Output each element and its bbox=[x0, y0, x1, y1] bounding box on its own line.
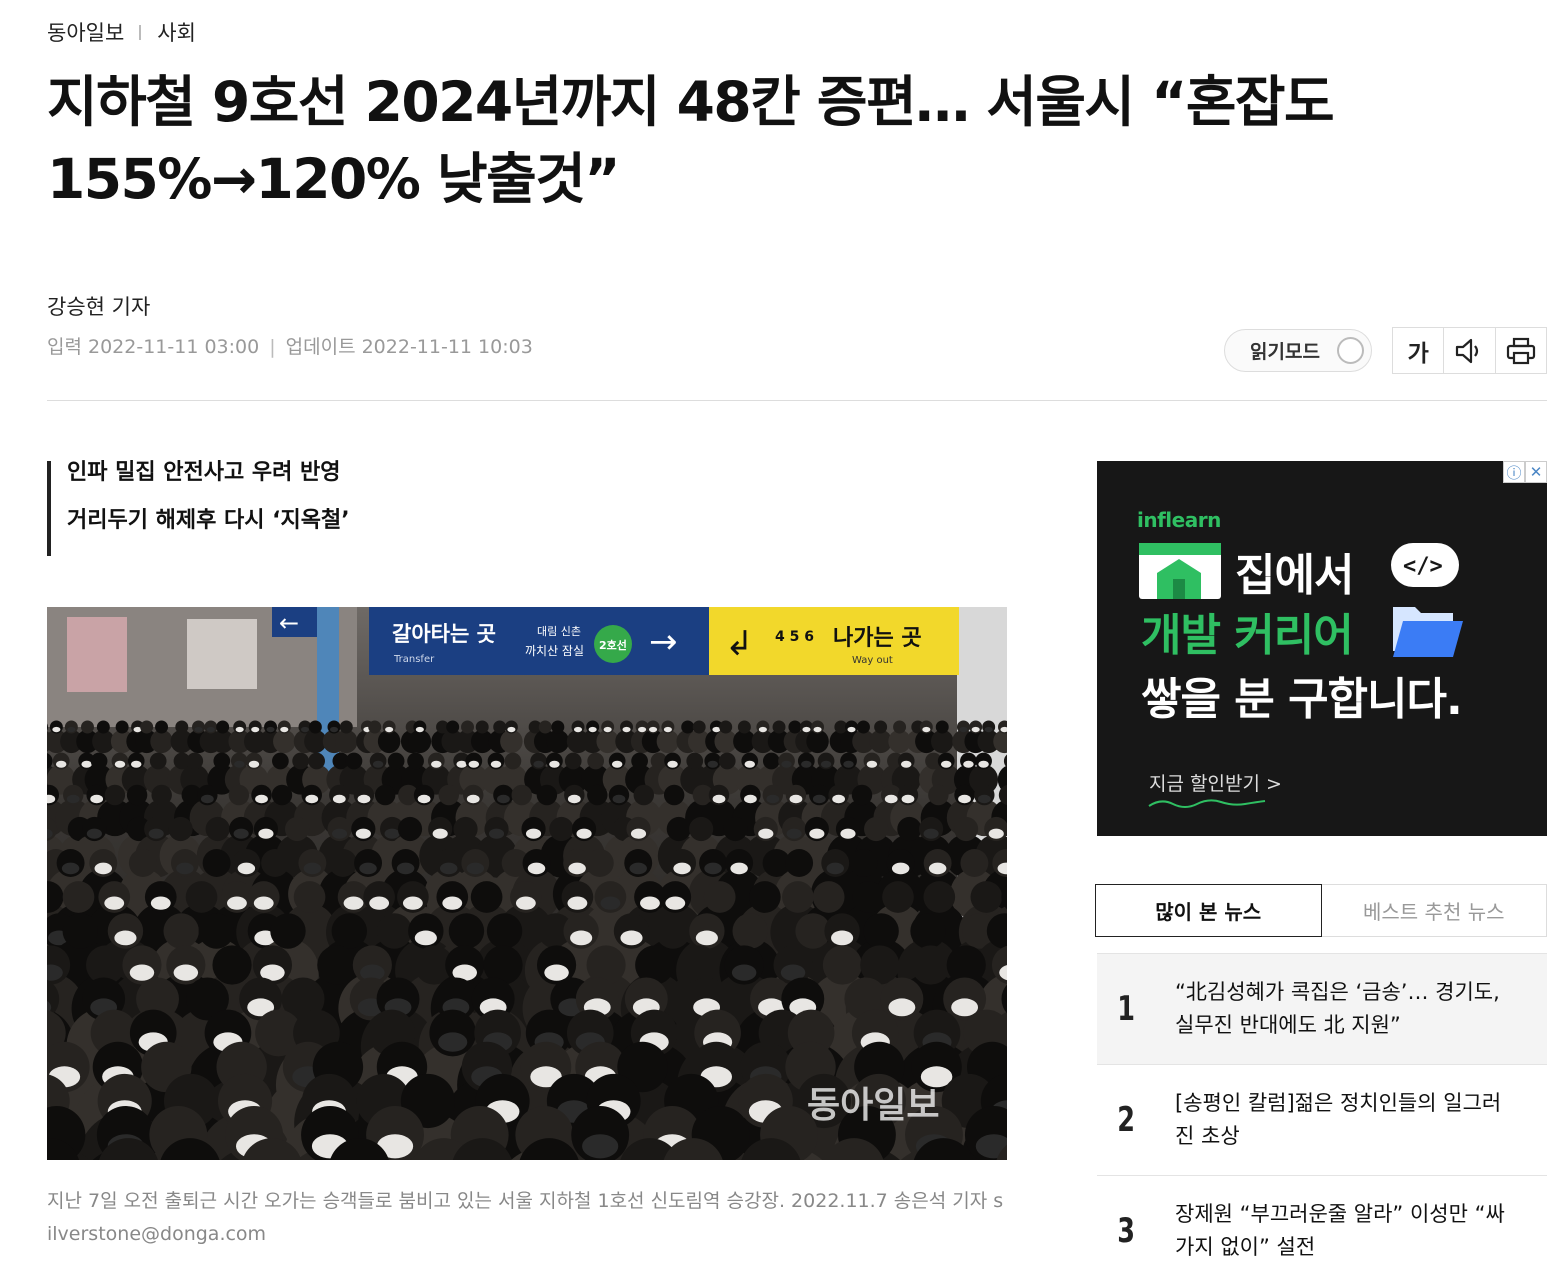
folder-icon bbox=[1393, 607, 1463, 657]
photo-caption: 지난 7일 오전 출퇴근 시간 오가는 승객들로 붐비고 있는 서울 지하철 1… bbox=[47, 1190, 1004, 1245]
date-separator: | bbox=[269, 336, 276, 358]
svg-text:</>: </> bbox=[1403, 554, 1443, 579]
font-size-button[interactable]: 가 bbox=[1393, 328, 1443, 373]
news-title[interactable]: 장제원 “부끄러운줄 알라” 이성만 “싸가지 없이” 설전 bbox=[1175, 1198, 1515, 1264]
published-date: 입력 2022-11-11 03:00 bbox=[47, 336, 260, 358]
ad-headline-line1: 집에서 bbox=[1235, 550, 1354, 601]
subheadline-2: 거리두기 해제후 다시 ‘지옥철’ bbox=[67, 508, 350, 533]
ad-brand-logo: inflearn bbox=[1137, 508, 1221, 532]
speaker-icon bbox=[1456, 338, 1479, 363]
tab-most-viewed[interactable]: 많이 본 뉴스 bbox=[1095, 884, 1322, 937]
ad-info-icon[interactable]: ⓘ bbox=[1503, 461, 1525, 483]
breadcrumb-section-link[interactable]: 사회 bbox=[157, 17, 196, 47]
read-mode-toggle[interactable]: 읽기모드 bbox=[1224, 329, 1372, 372]
photo-sign-exit: 나가는 곳 bbox=[833, 626, 922, 651]
ad-headline-line3: 쌓을 분 구합니다. bbox=[1141, 674, 1463, 725]
photo-watermark: 동아일보 bbox=[807, 1085, 939, 1126]
news-rank: 3 bbox=[1117, 1211, 1136, 1251]
svg-text:←: ← bbox=[279, 609, 299, 637]
header-divider bbox=[47, 400, 1547, 401]
article-photo[interactable]: ← 갈아타는 곳 Transfer 대림 신촌 까치산 잠실 2호선 → ↲ 4… bbox=[47, 607, 1007, 1160]
svg-text:Transfer: Transfer bbox=[393, 654, 435, 665]
article-author[interactable]: 강승현 기자 bbox=[47, 291, 150, 321]
scribble-underline-icon bbox=[1148, 799, 1266, 808]
svg-text:까치산 잠실: 까치산 잠실 bbox=[525, 644, 584, 658]
news-rank: 2 bbox=[1117, 1100, 1136, 1140]
ad-cta-link[interactable]: 지금 할인받기 > bbox=[1149, 769, 1282, 796]
ad-controls: ⓘ ✕ bbox=[1503, 461, 1547, 483]
article-headline: 지하철 9호선 2024년까지 48칸 증편… 서울시 “혼잡도 155%→12… bbox=[47, 70, 1335, 211]
article-subheadlines: 인파 밀집 안전사고 우려 반영 거리두기 해제후 다시 ‘지옥철’ bbox=[47, 461, 350, 556]
news-item[interactable]: 2 [송평인 칼럼]젊은 정치인들의 일그러진 초상 bbox=[1097, 1064, 1547, 1175]
ad-headline-line2: 개발 커리어 bbox=[1141, 610, 1354, 661]
code-icon: </> bbox=[1391, 543, 1459, 587]
most-viewed-list: 1 “北김성혜가 콕집은 ‘금송’… 경기도, 실무진 반대에도 北 지원” 2… bbox=[1097, 953, 1547, 1286]
print-icon bbox=[1506, 337, 1535, 364]
svg-text:↲: ↲ bbox=[725, 624, 754, 664]
tab-best-recommended[interactable]: 베스트 추천 뉴스 bbox=[1321, 884, 1547, 937]
svg-text:4 5 6: 4 5 6 bbox=[775, 629, 814, 645]
toggle-switch-icon bbox=[1337, 337, 1364, 364]
read-mode-label: 읽기모드 bbox=[1250, 341, 1320, 363]
news-item[interactable]: 1 “北김성혜가 콕집은 ‘금송’… 경기도, 실무진 반대에도 北 지원” bbox=[1097, 953, 1547, 1064]
svg-text:→: → bbox=[649, 622, 678, 662]
listen-button[interactable] bbox=[1443, 328, 1494, 373]
ad-close-icon[interactable]: ✕ bbox=[1525, 461, 1547, 483]
breadcrumb: 동아일보 사회 bbox=[47, 17, 196, 47]
news-tabs: 많이 본 뉴스 베스트 추천 뉴스 bbox=[1095, 884, 1547, 937]
news-rank: 1 bbox=[1117, 989, 1136, 1029]
news-title[interactable]: “北김성혜가 콕집은 ‘금송’… 경기도, 실무진 반대에도 北 지원” bbox=[1175, 976, 1515, 1042]
svg-text:대림 신촌: 대림 신촌 bbox=[537, 625, 581, 638]
print-button[interactable] bbox=[1494, 328, 1546, 373]
breadcrumb-separator bbox=[139, 24, 142, 40]
svg-text:Way out: Way out bbox=[852, 655, 893, 666]
advertisement-banner[interactable]: ⓘ ✕ inflearn 집에서 </> 개발 커리어 쌓을 분 구합니다. 지… bbox=[1097, 461, 1547, 836]
news-title[interactable]: [송평인 칼럼]젊은 정치인들의 일그러진 초상 bbox=[1175, 1087, 1515, 1153]
photo-sign-transfer: 갈아타는 곳 bbox=[392, 622, 496, 646]
house-icon bbox=[1139, 543, 1221, 599]
subway-crowd-photo: ← 갈아타는 곳 Transfer 대림 신촌 까치산 잠실 2호선 → ↲ 4… bbox=[47, 607, 1007, 1160]
svg-text:2호선: 2호선 bbox=[599, 638, 627, 652]
article-dates: 입력 2022-11-11 03:00 | 업데이트 2022-11-11 10:0… bbox=[47, 332, 533, 359]
subheadline-1: 인파 밀집 안전사고 우려 반영 bbox=[67, 460, 341, 485]
breadcrumb-site-link[interactable]: 동아일보 bbox=[47, 17, 124, 47]
news-item[interactable]: 3 장제원 “부끄러운줄 알라” 이성만 “싸가지 없이” 설전 bbox=[1097, 1175, 1547, 1286]
article-toolbar: 가 bbox=[1392, 327, 1547, 374]
updated-date: 업데이트 2022-11-11 10:03 bbox=[285, 336, 533, 358]
